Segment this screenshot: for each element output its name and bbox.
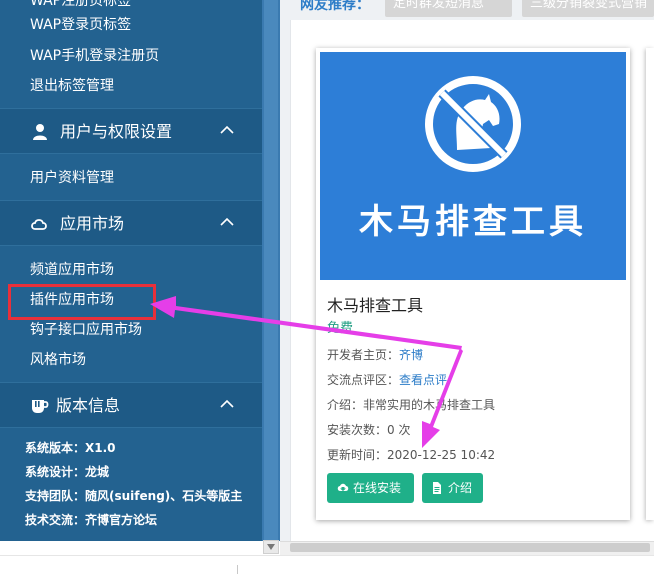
plugin-intro: 介绍：非常实用的木马排查工具	[327, 398, 496, 412]
forum-link[interactable]: 齐博官方论坛	[85, 513, 157, 527]
review-label: 交流点评区：	[327, 373, 400, 387]
info-design-value: 龙城	[85, 465, 110, 479]
info-version-value: X1.0	[85, 441, 116, 455]
plugin-title[interactable]: 木马排查工具	[327, 295, 423, 317]
info-forum: 技术交流：齐博官方论坛	[25, 512, 157, 528]
plugin-card-next-edge	[646, 48, 654, 520]
bottom-status-area	[0, 555, 654, 574]
scroll-down-button[interactable]	[263, 540, 279, 554]
sidebar-item-logout-tag[interactable]: 退出标签管理	[30, 77, 114, 95]
horizontal-scrollbar-thumb[interactable]	[290, 543, 650, 552]
sidebar: WAP注册页标签 WAP登录页标签 WAP手机登录注册页 退出标签管理 用户与权…	[0, 0, 262, 541]
info-design-label: 系统设计：	[25, 465, 86, 479]
chevron-up-icon[interactable]	[220, 217, 234, 227]
sidebar-item-style-market[interactable]: 风格市场	[30, 351, 86, 369]
section-label-users: 用户与权限设置	[60, 122, 173, 141]
review-link[interactable]: 查看点评	[399, 373, 447, 387]
sidebar-item-user-profile[interactable]: 用户资料管理	[30, 169, 114, 187]
plugin-developer: 开发者主页：齐博	[327, 347, 423, 363]
chevron-up-icon[interactable]	[220, 399, 234, 409]
info-team-value: 随风(suifeng)、石头等版主	[85, 489, 243, 503]
highlight-box	[8, 284, 156, 320]
info-team: 支持团队：随风(suifeng)、石头等版主	[25, 488, 242, 504]
install-online-label: 在线安装	[353, 481, 402, 495]
chevron-up-icon[interactable]	[220, 125, 234, 135]
section-header-market[interactable]: 应用市场	[0, 200, 262, 246]
scroll-down-arrow-icon	[267, 544, 275, 550]
intro-button[interactable]: 介绍	[422, 473, 483, 503]
plugin-updated: 更新时间：2020-12-25 10:42	[327, 448, 496, 462]
plugin-price: 免费	[327, 321, 354, 336]
info-team-label: 支持团队：	[25, 489, 86, 503]
info-version: 系统版本：X1.0	[25, 440, 116, 456]
document-icon	[433, 482, 441, 494]
bottom-divider	[237, 565, 238, 574]
sidebar-item-hook-market[interactable]: 钩子接口应用市场	[30, 321, 142, 339]
developer-link[interactable]: 齐博	[399, 348, 423, 362]
banner-title: 木马排查工具	[359, 202, 587, 242]
developer-label: 开发者主页：	[327, 348, 400, 362]
sidebar-item-wap-mobile-login[interactable]: WAP手机登录注册页	[30, 47, 159, 65]
plugin-banner[interactable]: 木马排查工具	[320, 52, 626, 280]
section-label-version: 版本信息	[56, 396, 121, 415]
user-icon	[33, 124, 47, 140]
section-label-market: 应用市场	[60, 214, 125, 233]
sidebar-item-wap-register-tag[interactable]: WAP注册页标签	[30, 0, 131, 10]
sidebar-item-channel-market[interactable]: 频道应用市场	[30, 261, 114, 279]
cloud-icon	[31, 219, 47, 230]
sidebar-scrollbar-track[interactable]	[264, 0, 278, 541]
info-version-label: 系统版本：	[25, 441, 86, 455]
recommend-tag-distribution[interactable]: 三级分销裂变式营销	[522, 0, 654, 17]
plugin-review: 交流点评区：查看点评	[327, 372, 447, 388]
recommend-label: 网友推荐：	[300, 0, 370, 13]
intro-button-label: 介绍	[448, 481, 473, 495]
section-header-users[interactable]: 用户与权限设置	[0, 108, 262, 154]
info-design: 系统设计：龙城	[25, 464, 109, 480]
cloud-download-icon	[337, 483, 349, 491]
install-online-button[interactable]: 在线安装	[327, 473, 414, 503]
recommend-tag-sms[interactable]: 定时群发短消息	[385, 0, 512, 17]
cup-icon	[32, 400, 49, 413]
info-forum-label: 技术交流：	[25, 513, 86, 527]
plugin-installs: 安装次数：0 次	[327, 423, 411, 437]
section-header-version[interactable]: 版本信息	[0, 382, 262, 428]
sidebar-item-wap-login-tag[interactable]: WAP登录页标签	[30, 16, 131, 34]
no-trojan-horse-icon	[425, 76, 521, 172]
